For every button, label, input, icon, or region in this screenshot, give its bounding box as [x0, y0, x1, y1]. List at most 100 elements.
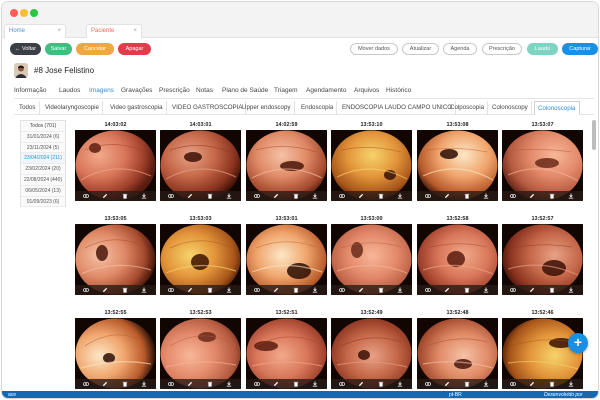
image-thumbnail[interactable]: 13:52:48 [417, 308, 498, 389]
endoscopy-image[interactable] [331, 318, 412, 389]
download-icon[interactable] [226, 193, 232, 199]
exam-tab[interactable]: Upper endoscopy [242, 101, 295, 115]
eye-icon[interactable] [509, 381, 517, 387]
image-thumbnail[interactable]: 13:52:58 [417, 214, 498, 295]
close-window-button[interactable] [10, 9, 18, 17]
endoscopy-image[interactable] [417, 224, 498, 295]
pencil-icon[interactable] [529, 381, 535, 387]
pencil-icon[interactable] [273, 381, 279, 387]
eye-icon[interactable] [167, 193, 175, 199]
eye-icon[interactable] [338, 381, 346, 387]
nav-item[interactable]: Laudos [59, 87, 80, 94]
download-icon[interactable] [568, 193, 574, 199]
download-icon[interactable] [141, 193, 147, 199]
pencil-icon[interactable] [444, 287, 450, 293]
pencil-icon[interactable] [187, 287, 193, 293]
endoscopy-image[interactable] [246, 130, 327, 201]
download-icon[interactable] [397, 193, 403, 199]
date-filter-item[interactable]: 06/05/2024 (13) [21, 186, 65, 197]
eye-icon[interactable] [338, 287, 346, 293]
image-thumbnail[interactable]: 13:53:01 [246, 214, 327, 295]
trash-icon[interactable] [293, 381, 299, 387]
pencil-icon[interactable] [273, 287, 279, 293]
nav-item[interactable]: Prescrição [159, 87, 190, 94]
trash-icon[interactable] [464, 381, 470, 387]
download-icon[interactable] [397, 381, 403, 387]
nav-item[interactable]: Arquivos [354, 87, 379, 94]
date-filter-item[interactable]: 23/04/2024 (211) [21, 153, 65, 165]
move-data-button[interactable]: Mover dados [350, 43, 398, 55]
date-filter-item[interactable]: 01/09/2023 (6) [21, 197, 65, 208]
image-thumbnail[interactable]: 13:53:00 [331, 214, 412, 295]
pencil-icon[interactable] [444, 193, 450, 199]
image-thumbnail[interactable]: 13:53:10 [331, 120, 412, 201]
download-icon[interactable] [141, 287, 147, 293]
image-thumbnail[interactable]: 13:52:55 [75, 308, 156, 389]
image-thumbnail[interactable]: 13:53:05 [75, 214, 156, 295]
eye-icon[interactable] [253, 381, 261, 387]
eye-icon[interactable] [82, 287, 90, 293]
download-icon[interactable] [226, 381, 232, 387]
minimize-window-button[interactable] [20, 9, 28, 17]
exam-tab[interactable]: Colonoscopy [492, 101, 532, 115]
endoscopy-image[interactable] [75, 224, 156, 295]
endoscopy-image[interactable] [417, 318, 498, 389]
eye-icon[interactable] [253, 287, 261, 293]
exam-tab[interactable]: Endoscopia [301, 101, 338, 115]
image-thumbnail[interactable]: 14:03:02 [75, 120, 156, 201]
prescription-button[interactable]: Prescrição [482, 43, 522, 55]
refresh-button[interactable]: Atualizar [402, 43, 439, 55]
endoscopy-image[interactable] [331, 130, 412, 201]
eye-icon[interactable] [167, 381, 175, 387]
date-filter-item[interactable]: 22/08/2024 (440) [21, 175, 65, 186]
tab-paciente[interactable]: Paciente × [86, 24, 142, 38]
image-thumbnail[interactable]: 13:52:57 [502, 214, 583, 295]
delete-button[interactable]: Apagar [118, 43, 151, 55]
image-thumbnail[interactable]: 14:03:01 [160, 120, 241, 201]
trash-icon[interactable] [207, 193, 213, 199]
eye-icon[interactable] [253, 193, 261, 199]
save-button[interactable]: Salvar [45, 43, 72, 55]
exam-tab[interactable]: Colposcopia [450, 101, 489, 115]
nav-item[interactable]: Agendamento [306, 87, 346, 94]
cancel-button[interactable]: Cancelar [76, 43, 114, 55]
download-icon[interactable] [312, 287, 318, 293]
endoscopy-image[interactable] [160, 224, 241, 295]
image-thumbnail[interactable]: 13:53:03 [160, 214, 241, 295]
pencil-icon[interactable] [102, 193, 108, 199]
eye-icon[interactable] [167, 287, 175, 293]
trash-icon[interactable] [549, 381, 555, 387]
date-filter-item[interactable]: Todos (701) [21, 121, 65, 132]
eye-icon[interactable] [509, 193, 517, 199]
eye-icon[interactable] [424, 381, 432, 387]
pencil-icon[interactable] [444, 381, 450, 387]
endoscopy-image[interactable] [417, 130, 498, 201]
date-filter-item[interactable]: 31/01/2024 (6) [21, 132, 65, 143]
download-icon[interactable] [312, 381, 318, 387]
endoscopy-image[interactable] [160, 318, 241, 389]
trash-icon[interactable] [122, 193, 128, 199]
nav-item[interactable]: Gravações [121, 87, 152, 94]
endoscopy-image[interactable] [502, 224, 583, 295]
maximize-window-button[interactable] [30, 9, 38, 17]
nav-item[interactable]: Histórico [386, 87, 411, 94]
exam-tab[interactable]: VIDEO GASTROSCOPIA [172, 101, 247, 115]
exam-tab[interactable]: Todos [19, 101, 40, 115]
close-tab-icon[interactable]: × [57, 25, 61, 38]
pencil-icon[interactable] [187, 381, 193, 387]
trash-icon[interactable] [464, 287, 470, 293]
trash-icon[interactable] [378, 193, 384, 199]
eye-icon[interactable] [509, 287, 517, 293]
nav-item[interactable]: Triagem [274, 87, 298, 94]
pencil-icon[interactable] [358, 287, 364, 293]
image-thumbnail[interactable]: 13:52:53 [160, 308, 241, 389]
endoscopy-image[interactable] [502, 318, 583, 389]
image-thumbnail[interactable]: 13:53:07 [502, 120, 583, 201]
add-button[interactable]: + [568, 333, 588, 353]
exam-tab[interactable]: ENDOSCOPIA LAUDO CAMPO UNICO [342, 101, 457, 115]
download-icon[interactable] [312, 193, 318, 199]
download-icon[interactable] [568, 287, 574, 293]
close-tab-icon[interactable]: × [133, 25, 137, 38]
trash-icon[interactable] [549, 193, 555, 199]
download-icon[interactable] [568, 381, 574, 387]
